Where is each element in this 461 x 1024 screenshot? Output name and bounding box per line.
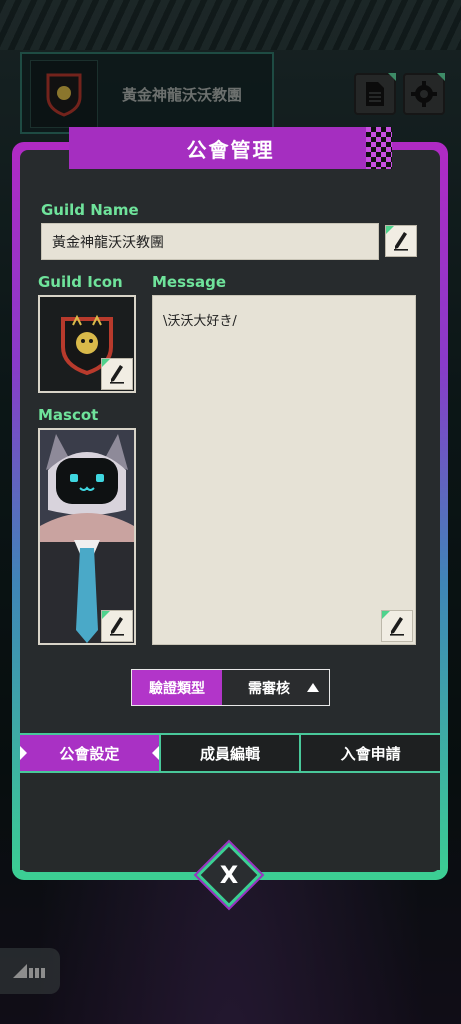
edit-mascot-button[interactable] xyxy=(101,610,133,642)
title-checker-right xyxy=(366,127,392,169)
guild-name-field[interactable]: 黃金神龍沃沃教團 xyxy=(41,223,379,260)
dialog-title: 公會管理 xyxy=(186,137,275,162)
pencil-icon xyxy=(394,232,408,251)
verification-type-value-container[interactable]: 需審核 xyxy=(222,670,329,705)
message-field[interactable]: \沃沃大好き/ xyxy=(152,295,416,645)
dialog-title-bar: 公會管理 xyxy=(69,127,392,169)
pencil-icon xyxy=(110,617,124,636)
dropdown-arrow-icon xyxy=(307,683,319,692)
tab-join-requests[interactable]: 入會申請 xyxy=(301,735,440,771)
verification-type-select[interactable]: 驗證類型 需審核 xyxy=(131,669,330,706)
verification-type-value: 需審核 xyxy=(248,680,290,697)
edit-guild-name-button[interactable] xyxy=(385,225,417,257)
pencil-icon xyxy=(110,365,124,384)
verification-type-label: 驗證類型 xyxy=(132,670,222,705)
message-label: Message xyxy=(152,273,226,291)
close-button[interactable]: X xyxy=(206,852,252,898)
mascot-label: Mascot xyxy=(38,406,99,424)
edit-message-button[interactable] xyxy=(381,610,413,642)
tab-member-edit[interactable]: 成員編輯 xyxy=(161,735,302,771)
dialog-tabs: 公會設定 成員編輯 入會申請 xyxy=(20,733,440,773)
guild-icon-label: Guild Icon xyxy=(38,273,123,291)
guild-name-label: Guild Name xyxy=(41,201,139,219)
pencil-icon xyxy=(390,617,404,636)
edit-guild-icon-button[interactable] xyxy=(101,358,133,390)
tab-guild-settings[interactable]: 公會設定 xyxy=(20,735,161,771)
